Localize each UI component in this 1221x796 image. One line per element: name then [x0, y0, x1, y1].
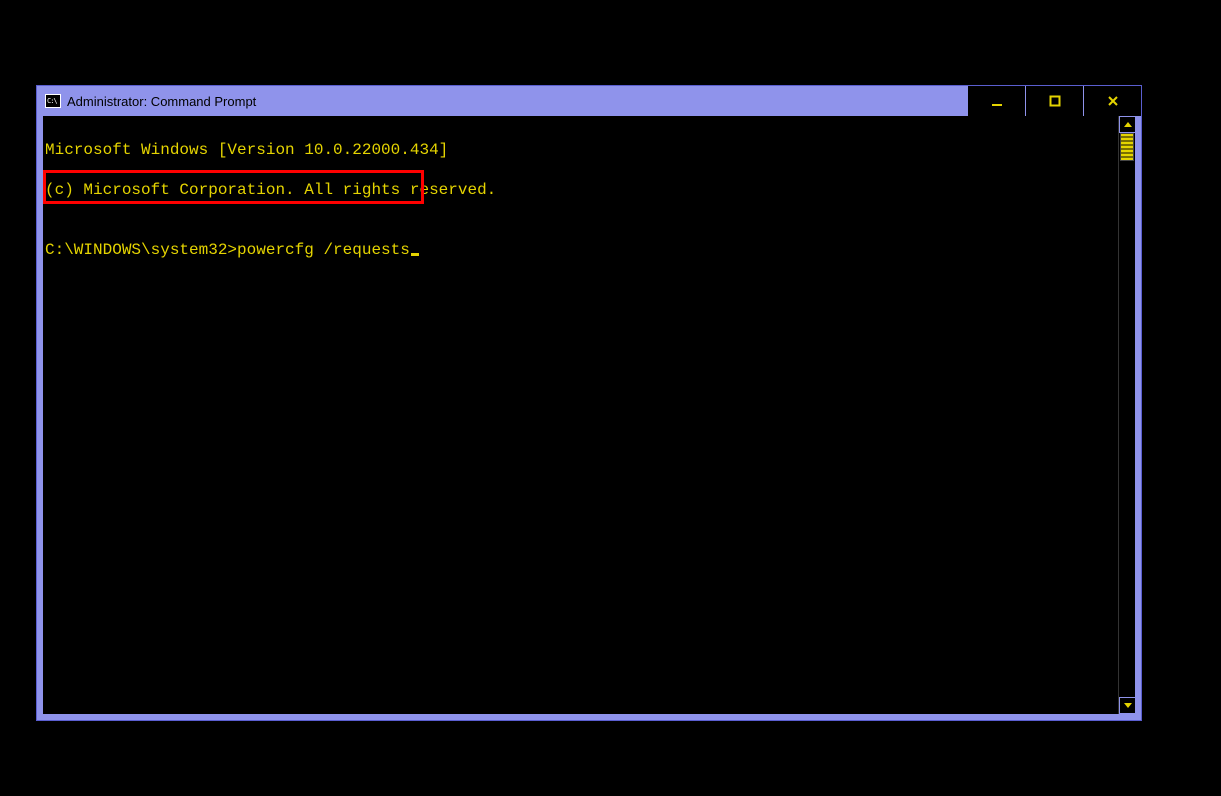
- maximize-icon: [1048, 94, 1062, 108]
- chevron-down-icon: [1124, 703, 1132, 708]
- scroll-down-button[interactable]: [1119, 697, 1136, 714]
- scroll-track[interactable]: [1119, 133, 1135, 697]
- prompt-text: C:\WINDOWS\system32>: [45, 241, 237, 259]
- client-area: Microsoft Windows [Version 10.0.22000.43…: [43, 116, 1135, 714]
- console-output[interactable]: Microsoft Windows [Version 10.0.22000.43…: [43, 116, 1117, 714]
- close-icon: [1106, 94, 1120, 108]
- window-controls: [967, 86, 1141, 116]
- cmd-icon: C:\: [45, 94, 61, 108]
- prompt-line: C:\WINDOWS\system32>powercfg /requests: [45, 240, 419, 260]
- scroll-thumb[interactable]: [1120, 133, 1134, 161]
- command-prompt-window: C:\ Administrator: Command Prompt Micros…: [36, 85, 1142, 721]
- close-button[interactable]: [1083, 86, 1141, 116]
- command-text: powercfg /requests: [237, 241, 410, 259]
- vertical-scrollbar[interactable]: [1118, 116, 1135, 714]
- maximize-button[interactable]: [1025, 86, 1083, 116]
- minimize-icon: [990, 94, 1004, 108]
- output-line: (c) Microsoft Corporation. All rights re…: [45, 180, 1115, 200]
- scroll-up-button[interactable]: [1119, 116, 1136, 133]
- titlebar[interactable]: C:\ Administrator: Command Prompt: [37, 86, 1141, 116]
- minimize-button[interactable]: [967, 86, 1025, 116]
- chevron-up-icon: [1124, 122, 1132, 127]
- output-line: Microsoft Windows [Version 10.0.22000.43…: [45, 140, 1115, 160]
- window-title: Administrator: Command Prompt: [67, 94, 256, 109]
- cursor: [411, 253, 419, 256]
